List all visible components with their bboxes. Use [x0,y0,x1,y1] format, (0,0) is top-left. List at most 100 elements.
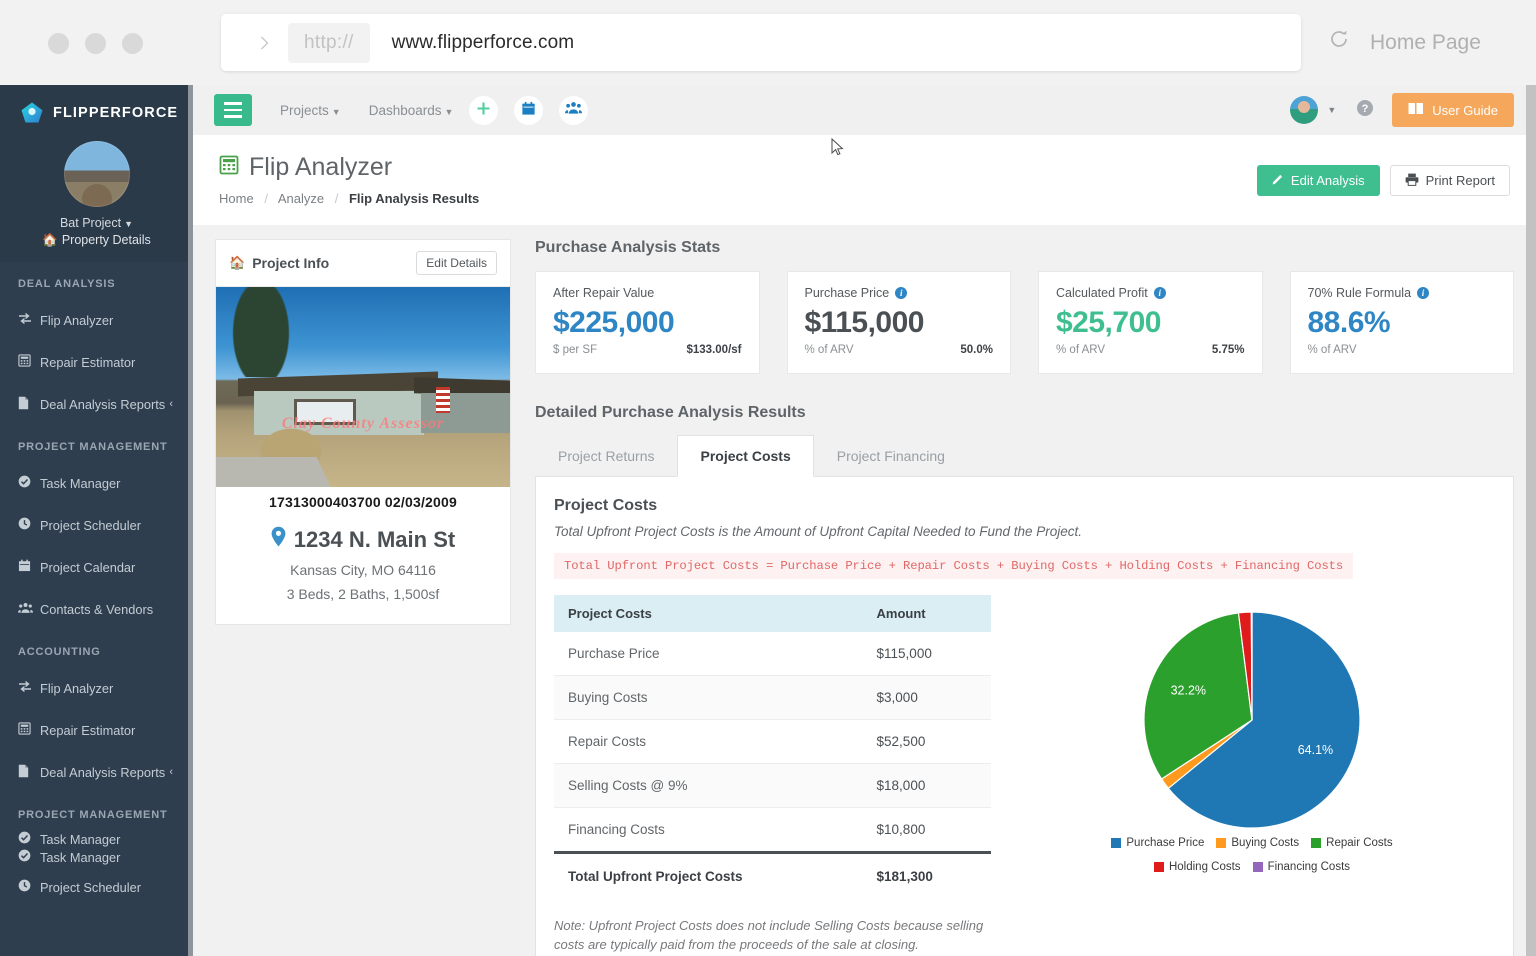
stat-value: $25,700 [1056,306,1245,340]
costs-note: Note: Upfront Project Costs does not inc… [554,917,984,955]
stat-footer: % of ARV [1308,344,1497,356]
left-column: 🏠 Project Info Edit Details [215,239,511,956]
sidebar-item-label: Deal Analysis Reports [40,397,165,412]
sidebar-item-label: Task Manager [40,832,120,847]
clock-icon [18,517,40,533]
contacts-button[interactable] [559,96,588,125]
sidebar-item-project-scheduler[interactable]: Project Scheduler [0,504,193,546]
browser-nav-buttons: chevron-left-icon [243,35,270,51]
breadcrumb-home[interactable]: Home [219,191,254,206]
stat-sub-value: $133.00/sf [687,344,742,356]
check-circle-icon [18,475,40,491]
project-name-label: Bat Project [60,216,121,230]
legend-item[interactable]: Buying Costs [1216,837,1299,849]
legend-item[interactable]: Purchase Price [1111,837,1204,849]
sidebar-item-flip-analyzer[interactable]: Flip Analyzer [0,299,193,341]
sidebar-item-project-scheduler[interactable]: Project Scheduler [0,866,193,908]
chevron-down-icon[interactable]: ▼ [1327,105,1336,115]
stat-sub-value: 50.0% [960,344,993,356]
sidebar-header: FLIPPERFORCE Bat Project▼ 🏠Property Deta… [0,85,193,262]
maximize-window-button[interactable] [122,33,143,54]
stat-label: Purchase Pricei [805,286,994,300]
project-info-title: 🏠 Project Info [229,255,329,271]
edit-analysis-button[interactable]: Edit Analysis [1257,165,1380,196]
brand-logo[interactable]: FLIPPERFORCE [0,101,193,125]
document-icon [18,764,40,781]
sidebar-item-task-manager[interactable]: Task Manager [0,830,193,848]
info-icon[interactable]: i [895,287,907,299]
check-circle-icon [18,849,40,865]
stat-label-text: Calculated Profit [1056,286,1148,300]
user-avatar[interactable] [1290,96,1318,124]
sidebar-item-deal-analysis-reports[interactable]: Deal Analysis Reports ‹ [0,383,193,425]
stat-value: $115,000 [805,306,994,340]
edit-details-button[interactable]: Edit Details [416,251,497,275]
info-icon[interactable]: i [1417,287,1429,299]
tab-project-financing[interactable]: Project Financing [814,435,968,477]
legend-item[interactable]: Repair Costs [1311,837,1392,849]
page-scrollbar[interactable] [1526,85,1536,956]
page-header: Flip Analyzer Home / Analyze / Flip Anal… [193,135,1536,225]
content-row: 🏠 Project Info Edit Details [193,225,1536,956]
pie-slice[interactable] [1251,612,1252,720]
legend-swatch [1311,838,1321,848]
sidebar-item-label: Project Scheduler [40,880,141,895]
sidebar-item-contacts-vendors[interactable]: Contacts & Vendors [0,588,193,630]
stat-value: 88.6% [1308,306,1497,340]
sidebar-item-repair-estimator[interactable]: Repair Estimator [0,709,193,751]
sidebar-item-task-manager[interactable]: Task Manager [0,462,193,504]
breadcrumb-analyze[interactable]: Analyze [278,191,324,206]
stat-footer: $ per SF$133.00/sf [553,344,742,356]
home-page-label[interactable]: Home Page [1370,31,1481,55]
info-icon[interactable]: i [1154,287,1166,299]
costs-pie-chart: 64.1%32.2% [1141,609,1363,831]
stat-footer: % of ARV50.0% [805,344,994,356]
page-actions: Edit Analysis Print Report [1257,165,1510,196]
sidebar-item-project-calendar[interactable]: Project Calendar [0,546,193,588]
sidebar-item-task-manager[interactable]: Task Manager [0,848,193,866]
stat-label: After Repair Value [553,286,742,300]
tab-project-costs[interactable]: Project Costs [677,435,813,477]
topbar-dashboards-menu[interactable]: Dashboards▼ [369,103,454,118]
hamburger-icon[interactable] [214,94,252,126]
calculator-icon [18,722,40,738]
home-icon: 🏠 [42,233,58,247]
minimize-window-button[interactable] [85,33,106,54]
browser-chrome: chevron-left-icon http:// www.flipperfor… [0,0,1536,85]
user-guide-button[interactable]: User Guide [1392,93,1514,127]
legend-item[interactable]: Financing Costs [1253,861,1350,873]
sidebar-section-header: PROJECT MANAGEMENT [0,793,193,830]
cost-label: Purchase Price [554,632,863,676]
question-circle-icon[interactable]: ? [1356,99,1374,122]
topbar-projects-menu[interactable]: Projects▼ [280,103,341,118]
photo-watermark: Clay County Assessor [216,415,510,433]
project-thumbnail[interactable] [0,141,193,207]
sidebar-property-details-link[interactable]: 🏠Property Details [0,233,193,248]
project-switcher[interactable]: Bat Project▼ [0,216,193,230]
sidebar-item-repair-estimator[interactable]: Repair Estimator [0,341,193,383]
dashboards-label: Dashboards [369,103,442,118]
calculator-icon [219,155,239,181]
sidebar-item-deal-analysis-reports[interactable]: Deal Analysis Reports‹ [0,751,193,793]
sidebar-item-flip-analyzer[interactable]: Flip Analyzer [0,667,193,709]
url-text[interactable]: www.flipperforce.com [392,32,575,54]
forward-icon[interactable] [259,35,270,51]
address-bar[interactable]: chevron-left-icon http:// www.flipperfor… [221,14,1301,71]
tab-project-returns[interactable]: Project Returns [535,435,677,477]
reload-icon[interactable] [1328,28,1350,57]
panel-subtitle: Total Upfront Project Costs is the Amoun… [554,524,1495,539]
close-window-button[interactable] [48,33,69,54]
sidebar-item-label: Task Manager [40,476,120,491]
chevron-left-icon[interactable]: ‹ [169,766,173,778]
chevron-left-icon[interactable]: ‹ [169,398,173,410]
add-button[interactable] [469,96,498,125]
sidebar-item-label: Task Manager [40,850,120,865]
browser-home-area: Home Page [1300,0,1536,85]
legend-item[interactable]: Holding Costs [1154,861,1241,873]
cost-amount: $10,800 [863,808,991,853]
property-address-text: 1234 N. Main St [294,527,455,553]
stat-card-calculated-profit: Calculated Profiti$25,700% of ARV5.75% [1038,271,1263,374]
calendar-button[interactable] [514,96,543,125]
print-report-button[interactable]: Print Report [1390,165,1510,196]
breadcrumb-current: Flip Analysis Results [349,191,479,206]
